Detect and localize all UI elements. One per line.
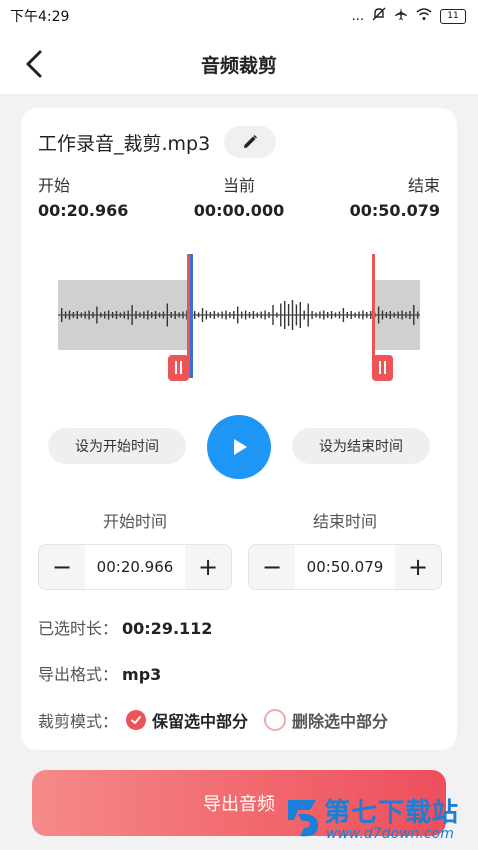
checked-circle-icon (126, 710, 147, 730)
keep-selection-radio[interactable]: 保留选中部分 (126, 708, 248, 732)
unchecked-circle-icon (264, 709, 287, 731)
rename-button[interactable] (224, 126, 277, 158)
start-label: 开始 (38, 176, 71, 195)
file-name: 工作录音_裁剪.mp3 (38, 132, 211, 155)
start-time-label: 开始时间 (102, 512, 167, 531)
start-minus-button[interactable]: − (39, 545, 85, 589)
battery-icon: 11 (440, 8, 466, 24)
delete-selection-label: 删除选中部分 (292, 712, 389, 731)
more-dots-icon: ... (351, 8, 364, 24)
page-title: 音频裁剪 (200, 55, 277, 77)
export-format-value: mp3 (122, 665, 162, 684)
end-minus-button[interactable]: − (249, 545, 295, 589)
trim-mode-row: 裁剪模式： 保留选中部分 删除选中部分 (38, 708, 388, 732)
current-label: 当前 (222, 176, 255, 195)
app-header: 音频裁剪 (0, 32, 478, 94)
wifi-icon (416, 7, 432, 25)
waveform-baseline (58, 314, 420, 316)
start-value: 00:20.966 (38, 201, 129, 220)
start-time-stepper[interactable]: − 00:20.966 + (38, 544, 232, 590)
start-readout: 开始 00:20.966 (38, 172, 128, 220)
delete-selection-radio[interactable]: 删除选中部分 (264, 708, 388, 732)
keep-selection-label: 保留选中部分 (152, 712, 249, 731)
current-readout: 当前 00:00.000 (194, 172, 284, 220)
airplane-icon (394, 7, 408, 25)
end-time-stepper[interactable]: − 00:50.079 + (248, 544, 442, 590)
site-watermark: 第七下载站 www.d7down.com (284, 790, 478, 850)
watermark-url: www.d7down.com (326, 826, 454, 842)
waveform[interactable] (58, 248, 420, 383)
end-value: 00:50.079 (349, 201, 440, 220)
selected-duration-label: 已选时长： (38, 619, 119, 638)
end-label: 结束 (407, 176, 440, 195)
start-time-field[interactable]: 00:20.966 (85, 545, 185, 589)
end-time-label: 结束时间 (312, 512, 377, 531)
file-row: 工作录音_裁剪.mp3 (38, 126, 277, 158)
watermark-logo-icon (288, 800, 318, 837)
waveform-editor[interactable] (58, 248, 420, 383)
end-plus-button[interactable]: + (395, 545, 441, 589)
status-icons: ... 11 (352, 7, 466, 25)
start-plus-button[interactable]: + (185, 545, 231, 589)
trim-mode-label: 裁剪模式： (38, 712, 119, 731)
status-time: 下午4:29 (10, 9, 70, 25)
end-time-field[interactable]: 00:50.079 (295, 545, 395, 589)
set-end-time-button[interactable]: 设为结束时间 (292, 428, 430, 464)
export-format-row: 导出格式： mp3 (38, 661, 161, 685)
status-bar: 下午4:29 ... 11 (0, 0, 478, 32)
time-readouts: 开始 00:20.966 当前 00:00.000 结束 00:50.079 (38, 172, 440, 224)
mute-icon (372, 7, 386, 25)
export-format-label: 导出格式： (38, 665, 119, 684)
set-start-time-button[interactable]: 设为开始时间 (48, 428, 186, 464)
selected-duration-value: 00:29.112 (122, 619, 213, 638)
trim-card: 工作录音_裁剪.mp3 开始 00:20.966 当前 00:00.000 结束… (21, 108, 457, 750)
pencil-icon (244, 134, 258, 148)
play-button[interactable] (207, 415, 271, 479)
selected-duration-row: 已选时长： 00:29.112 (38, 615, 212, 639)
current-value: 00:00.000 (193, 201, 285, 220)
end-readout: 结束 00:50.079 (350, 172, 440, 220)
watermark-title: 第七下载站 (324, 798, 460, 828)
play-icon (234, 439, 247, 455)
